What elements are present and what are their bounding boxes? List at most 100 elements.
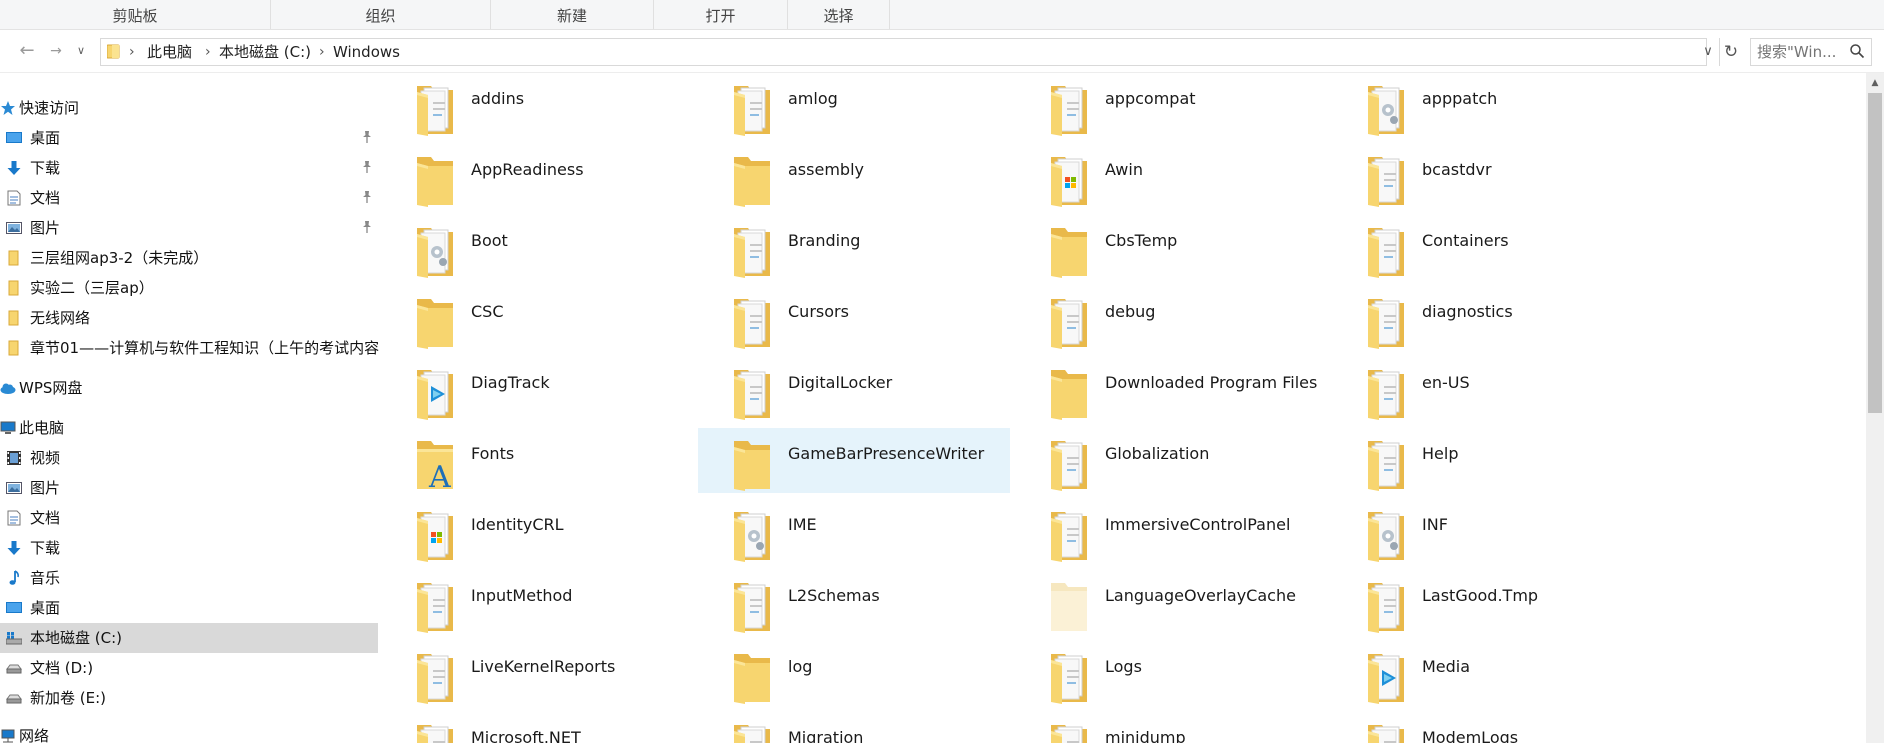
search-box[interactable] [1750,38,1872,66]
nav-folder-chapter01[interactable]: 章节01——计算机与软件工程知识（上午的考试内容 [0,333,380,363]
folder-item[interactable]: diagnostics [1332,286,1644,351]
refresh-icon[interactable]: ↻ [1719,38,1742,66]
pin-icon[interactable] [360,160,374,174]
nav-label: 桌面 [30,599,61,617]
folder-item[interactable]: assembly [698,144,1010,209]
address-history-chevron-icon[interactable]: ∨ [1697,38,1719,66]
folder-item[interactable]: Downloaded Program Files [1015,357,1327,422]
folder-name: apppatch [1422,89,1498,108]
nav-network[interactable]: 网络 [0,721,378,743]
video-icon [7,451,21,465]
nav-this-pc[interactable]: 此电脑 [0,413,378,443]
ribbon-group-open[interactable]: 打开 [654,0,788,29]
nav-quick-access[interactable]: 快速访问 [0,93,378,123]
folder-item[interactable]: minidump [1015,712,1327,743]
folder-item[interactable]: Globalization [1015,428,1327,493]
folder-item[interactable]: IdentityCRL [381,499,693,564]
folder-name: IdentityCRL [471,515,564,534]
folder-item[interactable]: en-US [1332,357,1644,422]
folder-item[interactable]: AppReadiness [381,144,693,209]
nav-downloads[interactable]: 下载 [0,533,378,563]
nav-local-disk-c[interactable]: 本地磁盘 (C:) [0,623,378,653]
nav-desktop-pinned[interactable]: 桌面 [0,123,378,153]
search-icon[interactable] [1849,43,1865,59]
folder-item[interactable]: L2Schemas [698,570,1010,635]
ribbon-group-clipboard[interactable]: 剪贴板 [0,0,271,29]
back-arrow-icon[interactable]: ← [16,40,38,62]
folder-item[interactable]: log [698,641,1010,706]
folder-item[interactable]: IME [698,499,1010,564]
pin-icon[interactable] [360,220,374,234]
nav-pictures[interactable]: 图片 [0,473,378,503]
folder-item[interactable]: appcompat [1015,73,1327,138]
nav-drive-e[interactable]: 新加卷 (E:) [0,683,378,713]
address-bar[interactable]: › 此电脑 › 本地磁盘 (C:) › Windows [100,38,1707,66]
nav-documents[interactable]: 文档 [0,503,378,533]
folder-item[interactable]: Help [1332,428,1644,493]
ribbon-group-organize[interactable]: 组织 [271,0,491,29]
nav-wps-cloud[interactable]: WPS网盘 [0,373,378,403]
nav-folder-wireless[interactable]: 无线网络 [0,303,378,333]
nav-folder-3layer-ap[interactable]: 三层组网ap3-2（未完成） [0,243,378,273]
folder-name: CbsTemp [1105,231,1178,250]
breadcrumb-local-disk-c[interactable]: 本地磁盘 (C:) [219,39,311,65]
breadcrumb-this-pc[interactable]: 此电脑 [147,39,192,65]
folder-item[interactable]: Migration [698,712,1010,743]
folder-item[interactable]: DiagTrack [381,357,693,422]
breadcrumb-separator-icon[interactable]: › [319,39,325,65]
nav-pictures-pinned[interactable]: 图片 [0,213,378,243]
folder-item[interactable]: Microsoft.NET [381,712,693,743]
folder-item[interactable]: InputMethod [381,570,693,635]
folder-item[interactable]: LastGood.Tmp [1332,570,1644,635]
folder-item[interactable]: Media [1332,641,1644,706]
breadcrumb-separator-icon[interactable]: › [205,39,211,65]
pin-icon[interactable] [360,190,374,204]
breadcrumb-separator-icon[interactable]: › [129,39,135,65]
folder-item[interactable]: Cursors [698,286,1010,351]
vertical-scrollbar[interactable]: ▲ [1866,73,1884,743]
ribbon-group-select[interactable]: 选择 [788,0,890,29]
forward-arrow-icon[interactable]: → [45,40,67,62]
search-input[interactable] [1757,39,1847,65]
folder-item[interactable]: amlog [698,73,1010,138]
folder-item[interactable]: ModemLogs [1332,712,1644,743]
folder-item[interactable]: bcastdvr [1332,144,1644,209]
nav-desktop[interactable]: 桌面 [0,593,378,623]
breadcrumb-windows[interactable]: Windows [333,39,400,65]
nav-folder-experiment2[interactable]: 实验二（三层ap） [0,273,378,303]
pin-icon[interactable] [360,130,374,144]
nav-downloads-pinned[interactable]: 下载 [0,153,378,183]
folder-item[interactable]: addins [381,73,693,138]
recent-chevron-down-icon[interactable]: ∨ [70,40,92,62]
scroll-up-arrow-icon[interactable]: ▲ [1866,75,1884,91]
folder-item[interactable]: GameBarPresenceWriter [698,428,1010,493]
nav-drive-d[interactable]: 文档 (D:) [0,653,378,683]
folder-item[interactable]: debug [1015,286,1327,351]
scroll-thumb[interactable] [1868,93,1882,413]
nav-label: 无线网络 [30,309,91,327]
folder-item[interactable]: Containers [1332,215,1644,280]
folder-item[interactable]: ImmersiveControlPanel [1015,499,1327,564]
folder-docs-icon [1368,228,1404,278]
folder-name: Migration [788,728,864,743]
folder-icon [8,310,19,326]
folder-item[interactable]: A Fonts [381,428,693,493]
nav-music[interactable]: 音乐 [0,563,378,593]
folder-item[interactable]: Branding [698,215,1010,280]
nav-documents-pinned[interactable]: 文档 [0,183,378,213]
folder-item[interactable]: LiveKernelReports [381,641,693,706]
folder-item[interactable]: CSC [381,286,693,351]
folder-item[interactable]: Logs [1015,641,1327,706]
folder-docs-icon [1051,86,1087,136]
folder-item[interactable]: LanguageOverlayCache [1015,570,1327,635]
folder-item[interactable]: INF [1332,499,1644,564]
folder-item[interactable]: DigitalLocker [698,357,1010,422]
folder-media-icon [417,370,453,420]
ribbon-group-new[interactable]: 新建 [491,0,654,29]
folder-item[interactable]: CbsTemp [1015,215,1327,280]
folder-item[interactable]: Boot [381,215,693,280]
nav-videos[interactable]: 视频 [0,443,378,473]
nav-label: 章节01——计算机与软件工程知识（上午的考试内容 [30,339,380,357]
folder-item[interactable]: apppatch [1332,73,1644,138]
folder-item[interactable]: Awin [1015,144,1327,209]
